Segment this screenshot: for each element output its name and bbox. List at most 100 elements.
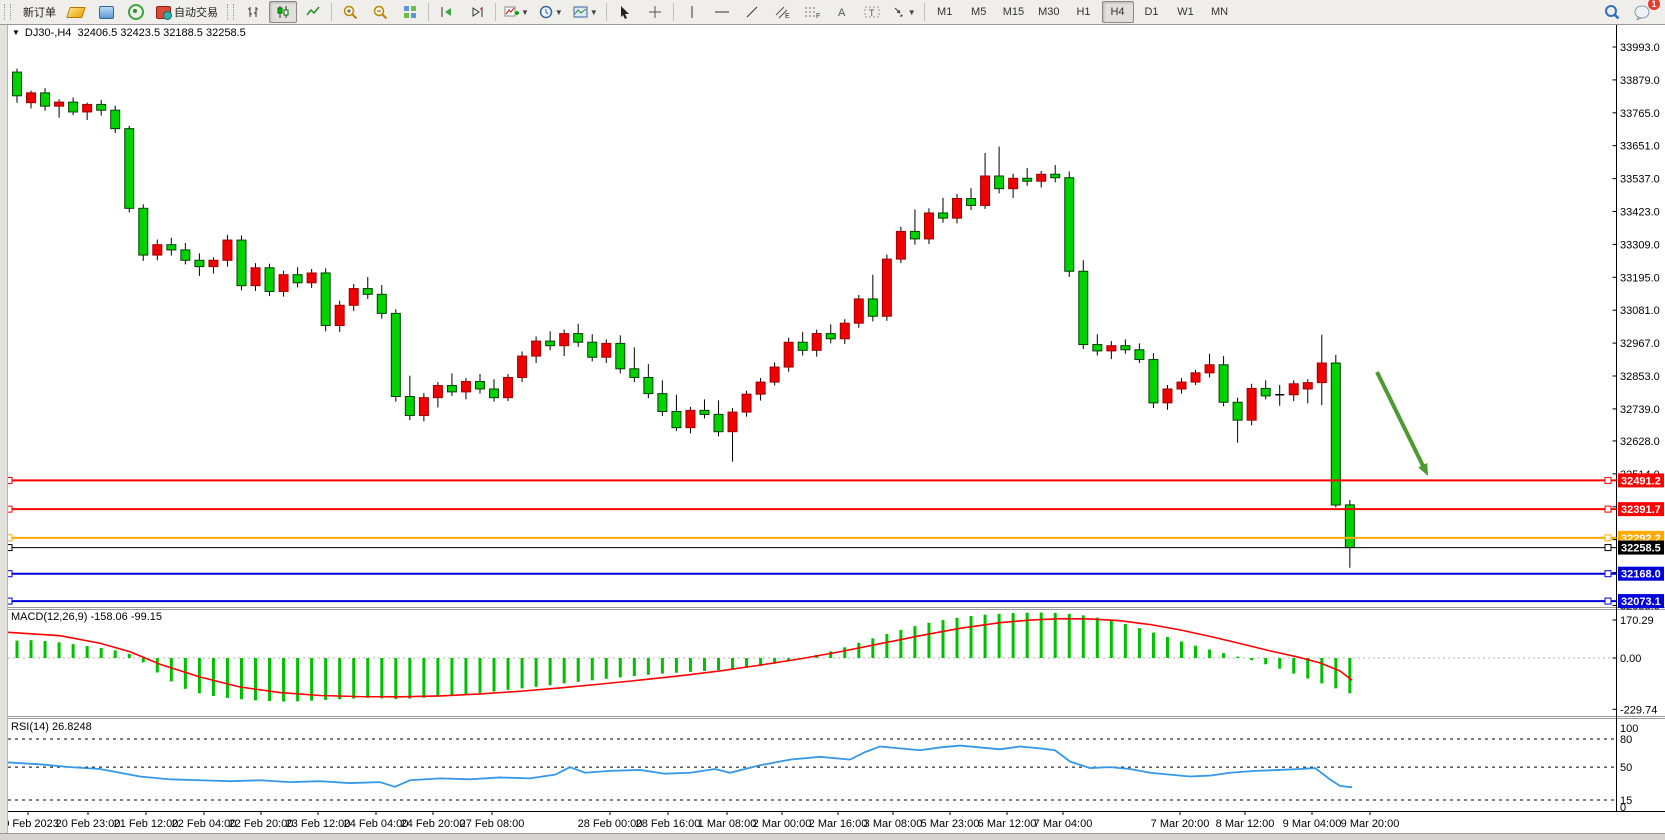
candle	[1149, 353, 1158, 408]
channel-button[interactable]: E	[768, 1, 796, 23]
tab-timeframe-mn[interactable]: MN	[1204, 1, 1236, 23]
shapes-button[interactable]: ▼	[888, 1, 920, 23]
autotrade-button[interactable]: 自动交易	[152, 1, 222, 23]
date-axis-label: 23 Feb 12:00	[286, 818, 351, 830]
tab-timeframe-w1[interactable]: W1	[1170, 1, 1202, 23]
new-order-button[interactable]: 新订单	[16, 1, 60, 23]
tab-timeframe-m5[interactable]: M5	[963, 1, 995, 23]
tab-timeframe-h1[interactable]: H1	[1068, 1, 1100, 23]
price-axis-label: 33081.0	[1620, 305, 1660, 317]
line-endpoint-handle[interactable]	[1605, 506, 1611, 512]
notification-badge: 1	[1648, 0, 1660, 10]
market-watch-icon	[99, 6, 114, 19]
price-axis-label: 33195.0	[1620, 272, 1660, 284]
rsi-axis-label: 80	[1620, 734, 1632, 746]
svg-text:F: F	[816, 13, 820, 19]
candlestick-button[interactable]	[269, 1, 297, 23]
signal-icon	[128, 4, 144, 20]
vertical-line-icon	[687, 5, 697, 19]
date-axis-label: 24 Feb 04:00	[344, 818, 409, 830]
candle	[139, 204, 148, 261]
tile-windows-button[interactable]	[396, 1, 424, 23]
zoom-out-icon	[373, 5, 388, 20]
cursor-button[interactable]	[611, 1, 639, 23]
date-axis-label: 9 Mar 20:00	[1341, 818, 1400, 830]
indicators-icon	[504, 5, 519, 19]
chart-background	[8, 24, 1665, 833]
candle	[1079, 260, 1088, 349]
chart-shift-button[interactable]	[463, 1, 491, 23]
auto-scroll-button[interactable]	[433, 1, 461, 23]
price-axis-label: 33651.0	[1620, 141, 1660, 153]
gold-bar-button[interactable]	[62, 1, 90, 23]
fibonacci-button[interactable]: F	[798, 1, 826, 23]
tab-timeframe-d1[interactable]: D1	[1136, 1, 1168, 23]
zoom-out-button[interactable]	[366, 1, 394, 23]
date-axis-label: 22 Feb 20:00	[229, 818, 294, 830]
hline-price-label: 32491.2	[1621, 475, 1661, 487]
chart-canvas[interactable]: 33993.033879.033765.033651.033537.033423…	[0, 0, 1665, 839]
periods-button[interactable]: ▼	[535, 1, 567, 23]
toolbar-grip[interactable]	[4, 4, 11, 20]
signal-button[interactable]	[122, 1, 150, 23]
price-axis-label: 32739.0	[1620, 404, 1660, 416]
candle	[1065, 171, 1074, 277]
date-axis-label: 20 Feb 2023	[0, 818, 59, 830]
date-axis-label: 27 Feb 08:00	[460, 818, 525, 830]
line-endpoint-handle[interactable]	[1605, 598, 1611, 604]
tab-timeframe-m15[interactable]: M15	[997, 1, 1030, 23]
svg-text:T: T	[869, 8, 875, 18]
date-axis-label: 8 Mar 12:00	[1216, 818, 1275, 830]
chevron-down-icon: ▼	[521, 8, 529, 17]
date-axis-label: 28 Feb 16:00	[636, 818, 701, 830]
tile-windows-icon	[403, 5, 417, 19]
hline-price-label: 32391.7	[1621, 504, 1661, 516]
text-icon: A	[836, 5, 848, 19]
horizontal-line-button[interactable]	[708, 1, 736, 23]
chat-button[interactable]: 1	[1628, 1, 1656, 23]
toolbar-grip[interactable]	[227, 4, 234, 20]
templates-icon	[573, 5, 588, 19]
candle	[391, 309, 400, 401]
date-axis-label: 3 Mar 08:00	[864, 818, 923, 830]
zoom-in-button[interactable]	[336, 1, 364, 23]
search-button[interactable]	[1598, 1, 1626, 23]
line-endpoint-handle[interactable]	[1605, 571, 1611, 577]
text-label-icon: T	[864, 5, 880, 19]
channel-icon: E	[774, 5, 790, 19]
tab-timeframe-m30[interactable]: M30	[1032, 1, 1065, 23]
date-axis-label: 7 Mar 20:00	[1151, 818, 1210, 830]
search-icon	[1604, 4, 1620, 20]
chevron-down-icon: ▼	[908, 8, 916, 17]
trendline-button[interactable]	[738, 1, 766, 23]
text-label-button[interactable]: T	[858, 1, 886, 23]
price-axis-label: 33879.0	[1620, 75, 1660, 87]
line-endpoint-handle[interactable]	[1605, 477, 1611, 483]
market-watch-button[interactable]	[92, 1, 120, 23]
candle	[504, 374, 513, 401]
line-endpoint-handle[interactable]	[1605, 545, 1611, 551]
text-button[interactable]: A	[828, 1, 856, 23]
tab-timeframe-m1[interactable]: M1	[929, 1, 961, 23]
line-endpoint-handle[interactable]	[1605, 535, 1611, 541]
templates-button[interactable]: ▼	[569, 1, 602, 23]
timeframe-group: M1M5M15M30H1H4D1W1MN	[928, 1, 1237, 23]
price-axis-label: 33537.0	[1620, 174, 1660, 186]
date-axis-label: 1 Mar 08:00	[698, 818, 757, 830]
tab-timeframe-h4[interactable]: H4	[1102, 1, 1134, 23]
ohlc-bars-button[interactable]	[239, 1, 267, 23]
indicators-button[interactable]: ▼	[500, 1, 533, 23]
vertical-line-button[interactable]	[678, 1, 706, 23]
price-axis-label: 33423.0	[1620, 207, 1660, 219]
date-axis-label: 2 Mar 00:00	[753, 818, 812, 830]
line-chart-button[interactable]	[299, 1, 327, 23]
periods-icon	[539, 5, 553, 19]
candle	[784, 338, 793, 372]
crosshair-button[interactable]	[641, 1, 669, 23]
fibonacci-icon: F	[804, 5, 820, 19]
price-axis-label: 32628.0	[1620, 436, 1660, 448]
price-axis-label: 33765.0	[1620, 108, 1660, 120]
macd-axis-label: -229.74	[1620, 704, 1657, 716]
date-axis-label: 2 Mar 16:00	[809, 818, 868, 830]
candle	[854, 295, 863, 328]
